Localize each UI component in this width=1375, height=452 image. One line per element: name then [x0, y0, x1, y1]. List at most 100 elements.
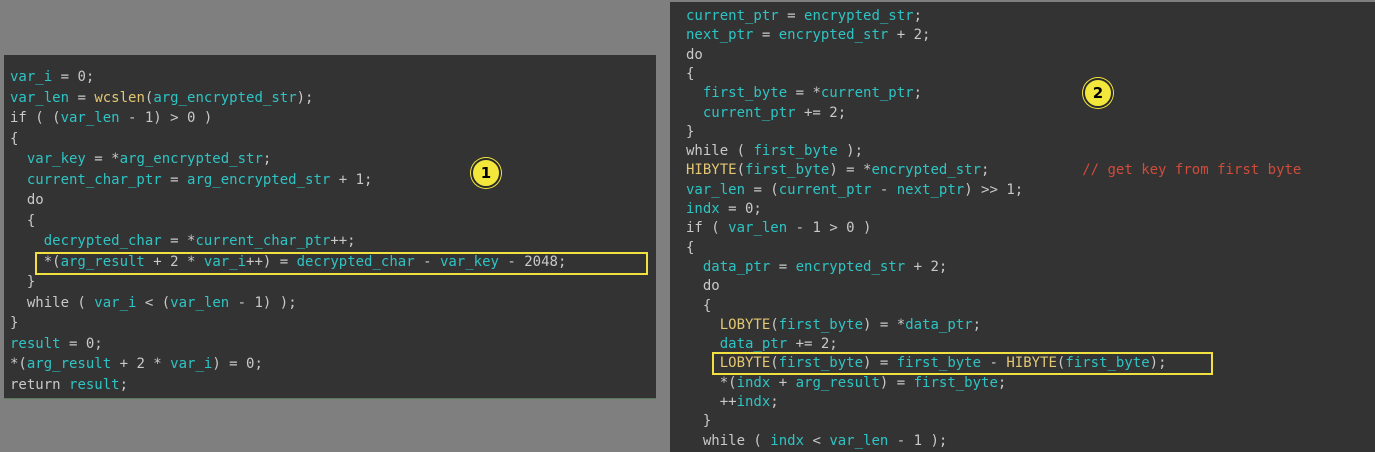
- code-token: = *: [85, 151, 120, 167]
- code-token: ) >> 1;: [964, 181, 1024, 198]
- code-token: var_len: [10, 89, 70, 106]
- code-token: (: [770, 316, 779, 333]
- code-token: current_ptr: [778, 181, 872, 198]
- code-token: first_byte: [745, 162, 830, 179]
- code-token: indx: [736, 394, 771, 410]
- code-token: - 1 );: [888, 432, 948, 449]
- code-token: {: [686, 297, 712, 314]
- code-token: +: [770, 374, 796, 391]
- code-token: ;: [262, 151, 272, 167]
- code-line: current_ptr = encrypted_str;: [686, 7, 922, 26]
- code-token: result: [10, 335, 61, 352]
- code-token: var_len: [728, 220, 788, 237]
- code-token: while (: [10, 294, 95, 311]
- code-line: result = 0;: [10, 335, 103, 354]
- code-token: first_byte: [778, 355, 864, 372]
- code-token: current_ptr: [686, 8, 779, 24]
- code-token: ) = 0;: [212, 356, 263, 372]
- code-line: var_len = (current_ptr - next_ptr) >> 1;: [686, 181, 1023, 200]
- code-line: return result;: [10, 376, 128, 395]
- code-token: < (: [136, 294, 171, 311]
- code-line: do: [10, 191, 44, 210]
- code-token: + 2;: [888, 27, 931, 44]
- code-line: first_byte = *current_ptr;: [686, 84, 922, 103]
- code-token: first_byte: [896, 355, 982, 372]
- code-token: = 0;: [52, 69, 95, 85]
- code-line: if ( (var_len - 1) > 0 ): [10, 109, 212, 128]
- code-token: var_key: [26, 151, 86, 167]
- code-token: first_byte: [753, 143, 838, 160]
- code-line: LOBYTE(first_byte) = first_byte - HIBYTE…: [686, 354, 1167, 373]
- code-token: - 1) );: [229, 294, 297, 311]
- code-token: encrypted_str: [795, 258, 906, 275]
- code-token: LOBYTE: [719, 316, 771, 333]
- code-token: var_len: [170, 294, 230, 311]
- code-token: *(: [10, 253, 61, 270]
- code-token: result: [69, 376, 120, 393]
- code-token: // get key from first byte: [1082, 162, 1302, 179]
- code-token: ;: [770, 394, 779, 410]
- code-token: arg_result: [795, 374, 880, 391]
- code-line: {: [10, 130, 18, 149]
- code-token: while (: [686, 432, 771, 449]
- code-token: ) = *: [829, 162, 872, 179]
- code-token: + 2;: [905, 258, 948, 275]
- code-token: -: [414, 253, 440, 270]
- code-token: <: [804, 432, 830, 449]
- code-token: ;: [119, 376, 129, 393]
- code-token: *(: [686, 374, 737, 391]
- code-token: ++) =: [246, 253, 297, 270]
- code-token: }: [10, 315, 19, 331]
- code-token: =: [69, 89, 95, 106]
- code-line: LOBYTE(first_byte) = *data_ptr;: [686, 316, 981, 335]
- code-token: = 0;: [719, 201, 762, 217]
- code-token: var_i: [170, 356, 213, 372]
- code-token: *(: [10, 356, 27, 372]
- code-token: var_i: [203, 253, 247, 270]
- code-token: }: [10, 274, 36, 290]
- code-line: if ( var_len - 1 > 0 ): [686, 219, 871, 238]
- code-token: LOBYTE: [719, 355, 771, 372]
- code-token: -: [871, 181, 897, 198]
- code-token: = (: [745, 181, 779, 198]
- code-token: += 2;: [795, 104, 847, 121]
- code-token: ;: [913, 8, 923, 24]
- code-token: wcslen: [94, 89, 145, 106]
- code-token: while (: [686, 143, 754, 160]
- code-token: do: [10, 192, 44, 208]
- code-token: ) =: [879, 374, 914, 391]
- code-line: var_key = *arg_encrypted_str;: [10, 150, 271, 169]
- code-token: if (: [686, 220, 729, 237]
- code-line: data_ptr = encrypted_str + 2;: [686, 258, 947, 277]
- code-token: var_i: [10, 69, 53, 85]
- code-line: }: [686, 123, 694, 142]
- code-line: *(indx + arg_result) = first_byte;: [686, 374, 1007, 393]
- code-token: ) =: [863, 355, 897, 372]
- code-line: do: [686, 46, 703, 65]
- code-line: var_i = 0;: [10, 68, 94, 87]
- code-token: - 1 > 0 ): [787, 220, 872, 237]
- code-token: return: [10, 376, 70, 393]
- code-token: var_key: [439, 253, 499, 270]
- code-token: arg_result: [26, 356, 112, 372]
- code-token: }: [686, 413, 712, 430]
- code-token: arg_encrypted_str: [119, 151, 263, 167]
- code-token: data_ptr: [905, 316, 973, 333]
- code-token: ) = *: [863, 316, 906, 333]
- code-token: {: [686, 65, 695, 82]
- code-token: ;: [972, 316, 982, 333]
- code-token: current_char_ptr: [195, 233, 331, 249]
- code-token: = 0;: [60, 335, 103, 352]
- code-token: =: [753, 27, 779, 44]
- code-line: *(arg_result + 2 * var_i) = 0;: [10, 355, 263, 374]
- code-panel-right: 2 current_ptr = encrypted_str; next_ptr =…: [670, 2, 1375, 452]
- code-token: += 2;: [787, 336, 838, 353]
- code-token: var_len: [60, 110, 120, 126]
- code-token: decrypted_char: [296, 253, 415, 270]
- code-line: current_char_ptr = arg_encrypted_str + 1…: [10, 171, 373, 190]
